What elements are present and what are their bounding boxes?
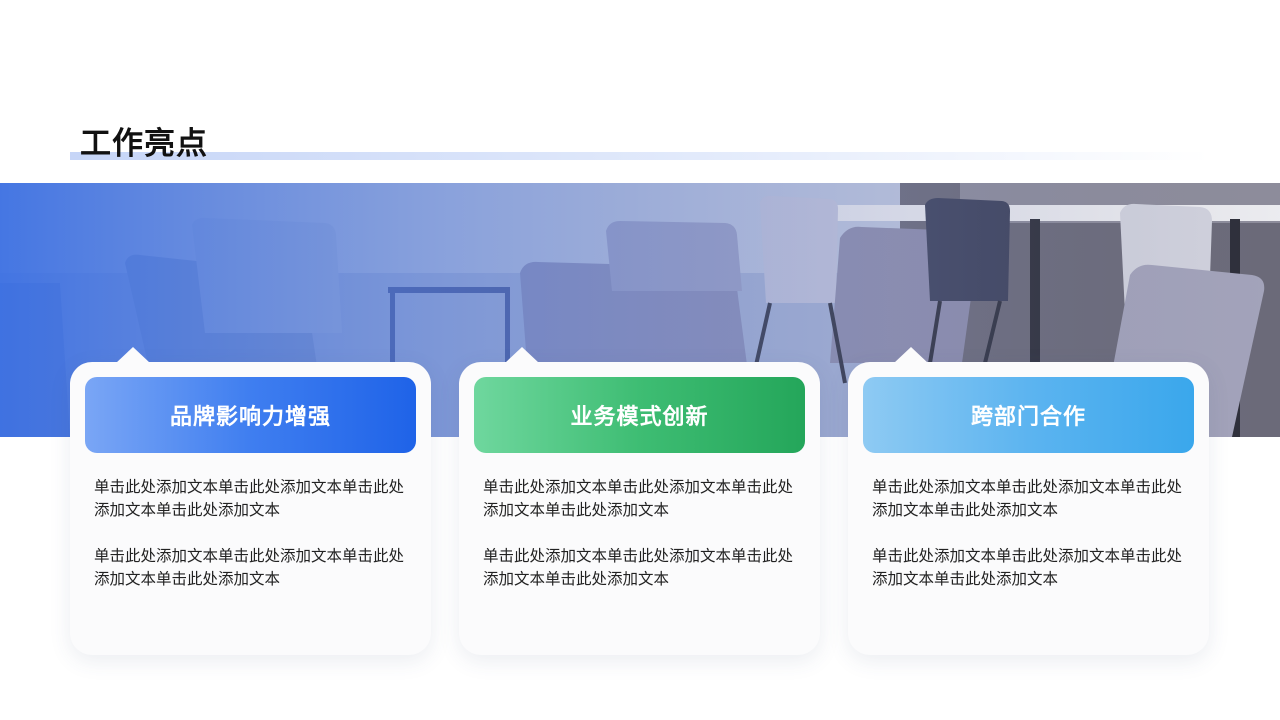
card-paragraph: 单击此处添加文本单击此处添加文本单击此处添加文本单击此处添加文本 <box>483 478 794 519</box>
card-business-innovation: 业务模式创新 单击此处添加文本单击此处添加文本单击此处添加文本单击此处添加文本 … <box>459 347 820 655</box>
page-title: 工作亮点 <box>80 126 208 162</box>
card-paragraph: 单击此处添加文本单击此处添加文本单击此处添加文本单击此处添加文本 <box>94 547 405 588</box>
card-pointer <box>505 347 539 363</box>
card-header-business-innovation: 业务模式创新 <box>474 377 805 453</box>
card-header-brand-influence: 品牌影响力增强 <box>85 377 416 453</box>
card-header-cross-department: 跨部门合作 <box>863 377 1194 453</box>
card-paragraph: 单击此处添加文本单击此处添加文本单击此处添加文本单击此处添加文本 <box>94 478 405 519</box>
card-paragraph: 单击此处添加文本单击此处添加文本单击此处添加文本单击此处添加文本 <box>872 547 1183 588</box>
card-paragraph: 单击此处添加文本单击此处添加文本单击此处添加文本单击此处添加文本 <box>872 478 1183 519</box>
card-pointer <box>894 347 928 363</box>
card-pointer <box>116 347 150 363</box>
card-cross-department: 跨部门合作 单击此处添加文本单击此处添加文本单击此处添加文本单击此处添加文本 单… <box>848 347 1209 655</box>
title-underline-bar <box>70 152 1210 160</box>
card-paragraph: 单击此处添加文本单击此处添加文本单击此处添加文本单击此处添加文本 <box>483 547 794 588</box>
card-brand-influence: 品牌影响力增强 单击此处添加文本单击此处添加文本单击此处添加文本单击此处添加文本… <box>70 347 431 655</box>
